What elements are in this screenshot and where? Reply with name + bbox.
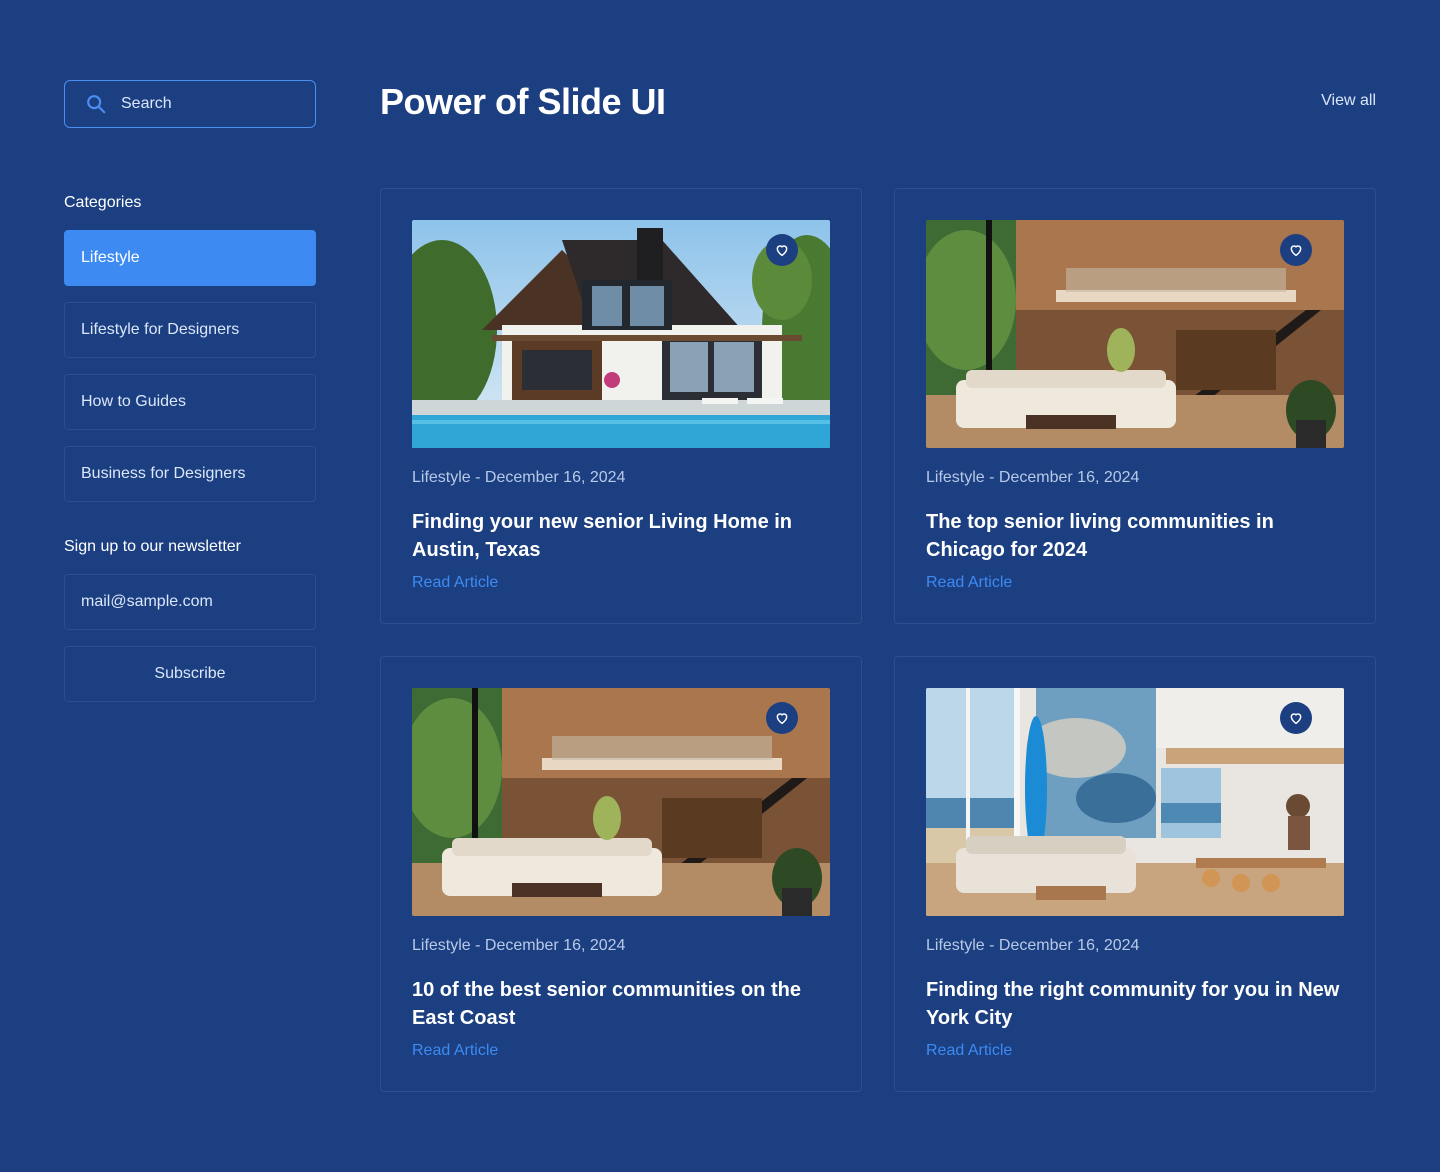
category-item-business-for-designers[interactable]: Business for Designers	[64, 446, 316, 502]
heart-icon	[776, 245, 788, 257]
page: Categories Lifestyle Lifestyle for Desig…	[0, 0, 1440, 1172]
read-article-link[interactable]: Read Article	[412, 574, 498, 592]
heart-icon	[1290, 713, 1302, 725]
article-meta: Lifestyle - December 16, 2024	[926, 937, 1140, 954]
article-image[interactable]	[412, 688, 830, 916]
favorite-button[interactable]	[766, 702, 798, 734]
article-card: Lifestyle - December 16, 2024 Finding yo…	[380, 188, 862, 624]
favorite-button[interactable]	[1280, 702, 1312, 734]
favorite-button[interactable]	[1280, 234, 1312, 266]
page-title: Power of Slide UI	[380, 81, 666, 122]
search-box[interactable]	[64, 80, 328, 128]
article-image[interactable]	[926, 220, 1344, 448]
newsletter-heading: Sign up to our newsletter	[64, 538, 241, 555]
article-title[interactable]: 10 of the best senior communities on the…	[412, 976, 830, 1032]
categories-heading: Categories	[64, 194, 142, 211]
article-title[interactable]: The top senior living communities in Chi…	[926, 508, 1344, 564]
heart-icon	[776, 713, 788, 725]
category-item-lifestyle-for-designers[interactable]: Lifestyle for Designers	[64, 302, 316, 358]
read-article-link[interactable]: Read Article	[412, 1042, 498, 1060]
article-title[interactable]: Finding the right community for you in N…	[926, 976, 1344, 1032]
article-meta: Lifestyle - December 16, 2024	[412, 937, 626, 954]
article-title[interactable]: Finding your new senior Living Home in A…	[412, 508, 830, 564]
article-card: Lifestyle - December 16, 2024 Finding th…	[894, 656, 1376, 1092]
sidebar: Categories Lifestyle Lifestyle for Desig…	[64, 80, 328, 702]
favorite-button[interactable]	[766, 234, 798, 266]
read-article-link[interactable]: Read Article	[926, 1042, 1012, 1060]
category-item-how-to-guides[interactable]: How to Guides	[64, 374, 316, 430]
heart-icon	[1290, 245, 1302, 257]
article-meta: Lifestyle - December 16, 2024	[412, 469, 626, 486]
view-all-link[interactable]: View all	[1321, 92, 1376, 110]
article-card: Lifestyle - December 16, 2024 10 of the …	[380, 656, 862, 1092]
read-article-link[interactable]: Read Article	[926, 574, 1012, 592]
category-list: Lifestyle Lifestyle for Designers How to…	[64, 230, 316, 502]
article-image[interactable]	[412, 220, 830, 448]
search-input[interactable]	[121, 95, 328, 113]
article-card: Lifestyle - December 16, 2024 The top se…	[894, 188, 1376, 624]
subscribe-button[interactable]: Subscribe	[64, 646, 316, 702]
article-meta: Lifestyle - December 16, 2024	[926, 469, 1140, 486]
email-field[interactable]	[64, 574, 316, 630]
article-grid: Lifestyle - December 16, 2024 Finding yo…	[380, 188, 1376, 1092]
search-icon	[87, 95, 106, 114]
category-item-lifestyle[interactable]: Lifestyle	[64, 230, 316, 286]
article-image[interactable]	[926, 688, 1344, 916]
